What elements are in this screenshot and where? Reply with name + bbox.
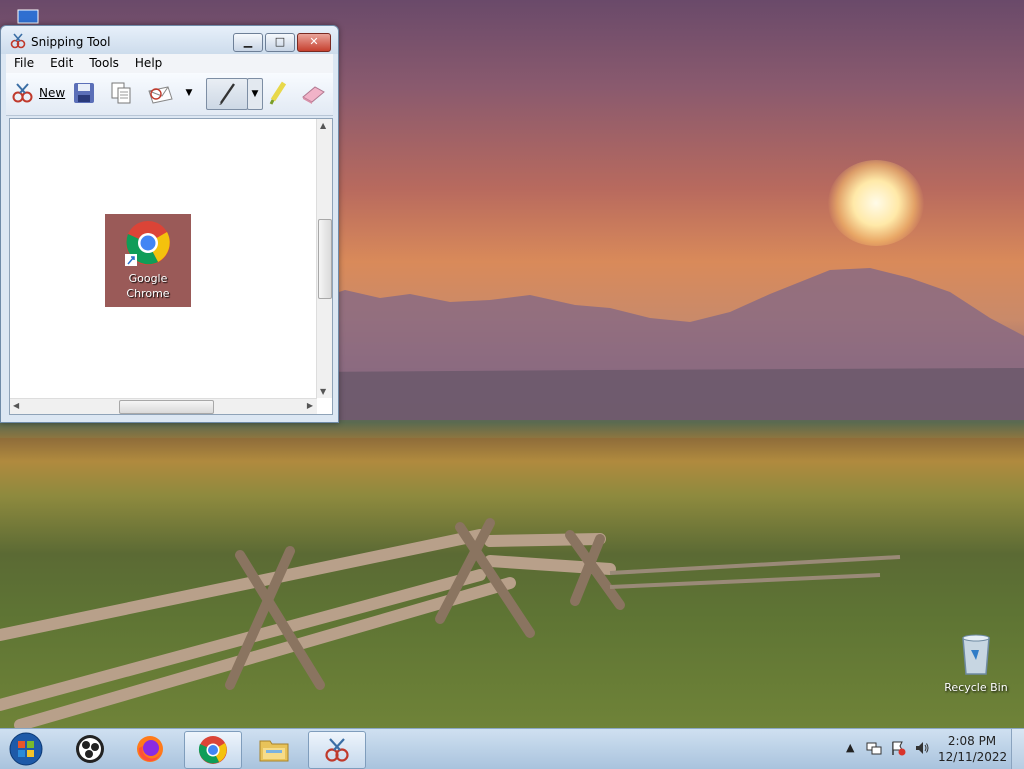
captured-snip-label-line2: Chrome bbox=[126, 287, 170, 300]
eraser-button[interactable] bbox=[300, 78, 326, 108]
horizontal-scrollbar[interactable]: ◀ ▶ bbox=[10, 398, 317, 414]
captured-snip-label: Google Chrome bbox=[105, 271, 191, 301]
taskbar-firefox[interactable] bbox=[122, 731, 178, 767]
menu-file[interactable]: File bbox=[6, 54, 42, 70]
vertical-scroll-thumb[interactable] bbox=[318, 219, 332, 299]
chrome-icon bbox=[198, 736, 227, 764]
scroll-right-icon[interactable]: ▶ bbox=[307, 401, 313, 410]
wooden-fence bbox=[0, 518, 901, 728]
taskbar: ▲ 2:08 PM 12/11/2022 bbox=[0, 728, 1024, 769]
scroll-down-icon[interactable]: ▼ bbox=[320, 387, 326, 396]
taskbar-chrome[interactable] bbox=[184, 731, 242, 769]
close-icon: ✕ bbox=[309, 35, 319, 48]
taskbar-snipping-tool[interactable] bbox=[308, 731, 366, 769]
obs-icon bbox=[76, 735, 104, 763]
maximize-icon: □ bbox=[274, 35, 286, 48]
network-icon[interactable] bbox=[866, 740, 882, 756]
send-email-icon bbox=[148, 86, 173, 104]
volume-icon[interactable] bbox=[914, 740, 930, 756]
window-title: Snipping Tool bbox=[31, 35, 111, 49]
action-center-icon[interactable] bbox=[890, 740, 906, 756]
highlighter-button[interactable] bbox=[267, 78, 291, 108]
copy-button[interactable] bbox=[109, 78, 135, 108]
clock-date: 12/11/2022 bbox=[938, 750, 1008, 764]
clock[interactable]: 2:08 PM 12/11/2022 bbox=[938, 733, 1008, 765]
captured-snip-label-line1: Google bbox=[128, 272, 168, 285]
snipping-tool-icon bbox=[10, 33, 26, 49]
new-snip-label: New bbox=[39, 86, 66, 100]
system-tray: ▲ 2:08 PM 12/11/2022 bbox=[842, 729, 1024, 769]
recycle-bin[interactable]: Recycle Bin bbox=[940, 632, 1012, 694]
menu-bar: File Edit Tools Help bbox=[6, 54, 333, 73]
recycle-bin-icon bbox=[962, 634, 990, 675]
menu-edit[interactable]: Edit bbox=[42, 54, 81, 70]
taskbar-obs[interactable] bbox=[62, 731, 118, 767]
sun bbox=[828, 160, 924, 246]
scroll-left-icon[interactable]: ◀ bbox=[13, 401, 19, 410]
title-bar[interactable]: Snipping Tool ▁ □ ✕ bbox=[1, 26, 338, 54]
pen-icon bbox=[219, 83, 235, 105]
file-explorer-icon bbox=[259, 740, 289, 762]
save-button[interactable] bbox=[72, 78, 98, 108]
minimize-button[interactable]: ▁ bbox=[233, 33, 263, 52]
snipping-tool-window[interactable]: Snipping Tool ▁ □ ✕ File Edit Tools Help Ne… bbox=[0, 25, 339, 423]
minimize-icon: ▁ bbox=[243, 35, 253, 48]
new-snip-icon bbox=[12, 83, 33, 103]
taskbar-file-explorer[interactable] bbox=[246, 731, 302, 767]
show-desktop-button[interactable] bbox=[1011, 729, 1024, 769]
recycle-bin-label: Recycle Bin bbox=[944, 681, 1008, 694]
vertical-scrollbar[interactable]: ▲ ▼ bbox=[316, 119, 332, 398]
snip-canvas[interactable]: Google Chrome ▲ ▼ ◀ ▶ bbox=[9, 118, 333, 415]
send-snip-dropdown[interactable]: ▼ bbox=[182, 78, 196, 108]
start-orb-icon bbox=[9, 732, 43, 766]
captured-snip-image: Google Chrome bbox=[105, 214, 191, 307]
snipping-tool-icon bbox=[325, 738, 349, 762]
eraser-icon bbox=[302, 86, 325, 104]
menu-tools[interactable]: Tools bbox=[81, 54, 127, 70]
clock-time: 2:08 PM bbox=[947, 734, 997, 748]
maximize-button[interactable]: □ bbox=[265, 33, 295, 52]
send-snip-button[interactable] bbox=[146, 78, 176, 108]
computer-icon[interactable] bbox=[14, 8, 42, 24]
save-icon bbox=[74, 83, 94, 103]
scroll-up-icon[interactable]: ▲ bbox=[320, 121, 326, 130]
highlighter-icon bbox=[269, 81, 287, 105]
toolbar: New ▼ ▼ bbox=[6, 73, 333, 116]
menu-help[interactable]: Help bbox=[127, 54, 170, 70]
chrome-icon bbox=[125, 221, 170, 266]
firefox-icon bbox=[137, 736, 163, 762]
copy-icon bbox=[111, 82, 131, 104]
show-hidden-icons-icon[interactable]: ▲ bbox=[846, 741, 854, 754]
pen-dropdown[interactable]: ▼ bbox=[247, 78, 263, 110]
horizontal-scroll-thumb[interactable] bbox=[119, 400, 214, 414]
chevron-down-icon: ▼ bbox=[251, 89, 259, 99]
new-snip-button[interactable]: New bbox=[11, 78, 69, 108]
start-button[interactable] bbox=[4, 731, 48, 767]
pen-button[interactable] bbox=[206, 78, 248, 110]
close-button[interactable]: ✕ bbox=[297, 33, 331, 52]
chevron-down-icon: ▼ bbox=[185, 88, 193, 98]
